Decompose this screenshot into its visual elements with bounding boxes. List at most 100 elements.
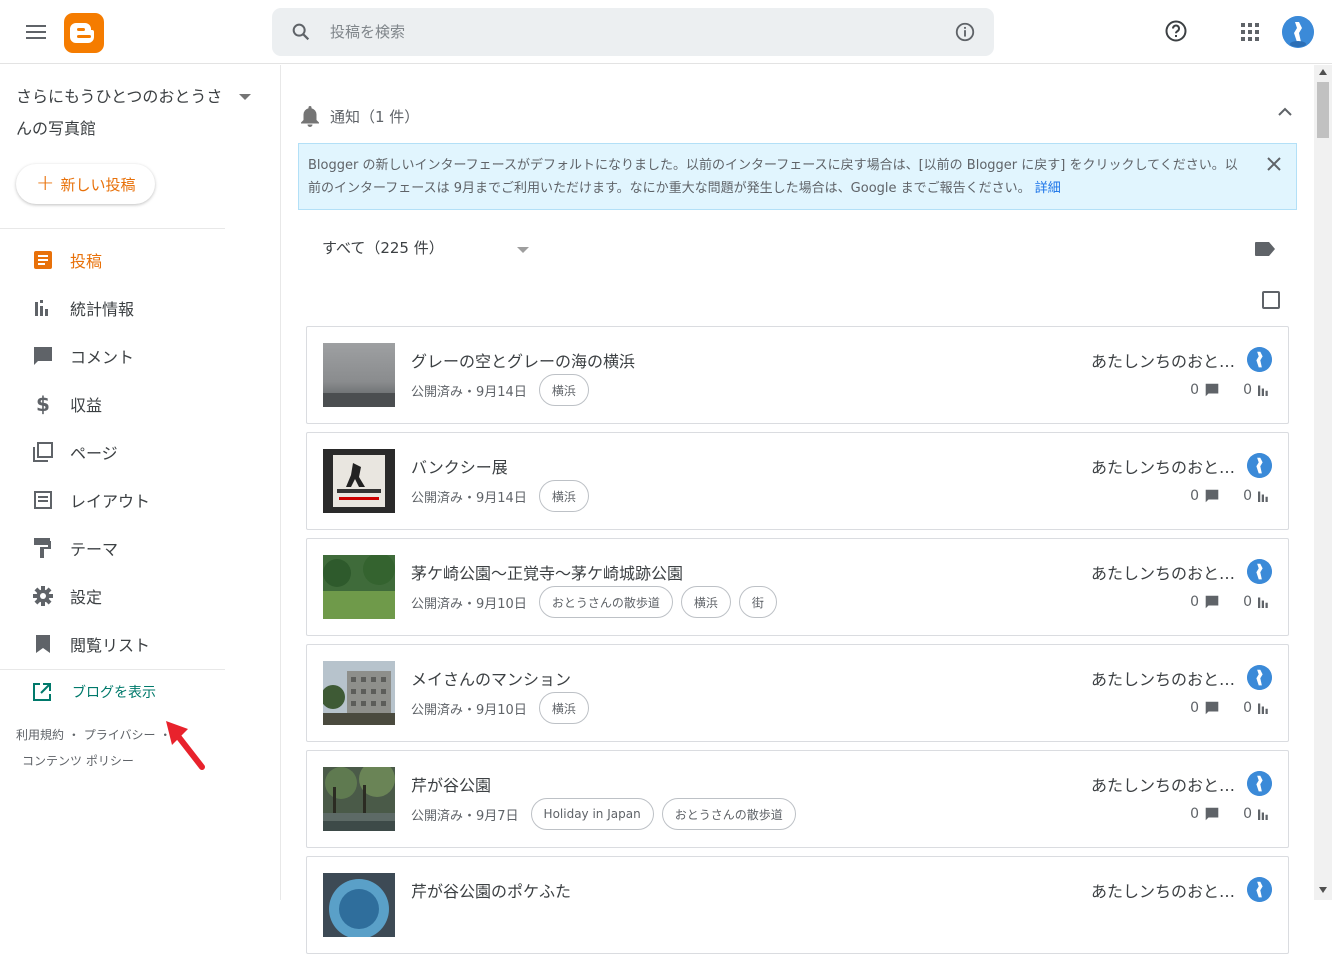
pages-icon — [32, 441, 54, 463]
view-count: 0 — [1243, 700, 1252, 716]
theme-icon — [32, 537, 54, 559]
view-count: 0 — [1243, 594, 1252, 610]
view-blog-link[interactable]: ブログを表示 — [32, 682, 156, 702]
post-row[interactable]: グレーの空とグレーの海の横浜 公開済み・9月14日 横浜 あたしンちのおとうさん… — [306, 326, 1289, 424]
post-thumbnail — [323, 661, 395, 725]
post-stats: 0 0 — [1190, 806, 1270, 822]
filter-label: すべて（225 件） — [322, 239, 444, 257]
comment-icon — [32, 345, 54, 367]
tag-chip[interactable]: 横浜 — [538, 374, 589, 406]
tag-chip[interactable]: おとうさんの散歩道 — [661, 798, 796, 830]
sidebar-item-posts[interactable]: 投稿 — [0, 236, 281, 284]
tag-chip[interactable]: 横浜 — [680, 586, 731, 618]
privacy-link[interactable]: プライバシー — [84, 728, 156, 742]
notifications-header[interactable]: 通知（1 件） — [300, 105, 419, 127]
close-icon[interactable] — [1266, 156, 1282, 172]
post-author: あたしンちのおとうさん — [1091, 882, 1236, 901]
post-title[interactable]: 芹が谷公園のポケふた — [411, 878, 571, 902]
post-title[interactable]: 芹が谷公園 — [411, 772, 491, 796]
search-icon[interactable] — [290, 21, 312, 43]
search-box[interactable]: 投稿を検索 — [272, 8, 994, 56]
post-title[interactable]: メイさんのマンション — [411, 666, 571, 690]
label-icon[interactable] — [1254, 241, 1276, 257]
terms-link[interactable]: 利用規約 — [16, 728, 64, 742]
tag-chip[interactable]: 街 — [738, 586, 777, 618]
layout-icon — [32, 489, 54, 511]
comment-icon — [1205, 701, 1219, 715]
sidebar-item-reading-list[interactable]: 閲覧リスト — [0, 620, 281, 668]
sidebar-item-label: ページ — [70, 444, 118, 463]
gear-icon — [32, 585, 54, 607]
comment-icon — [1205, 595, 1219, 609]
sidebar-item-earnings[interactable]: $ 収益 — [0, 380, 281, 428]
post-title[interactable]: バンクシー展 — [411, 454, 508, 478]
chevron-down-icon[interactable] — [516, 246, 530, 254]
stats-icon — [1258, 808, 1270, 820]
sidebar-item-stats[interactable]: 統計情報 — [0, 284, 281, 332]
blog-title-selector[interactable]: さらにもうひとつのおとうさんの写真館 — [16, 81, 231, 145]
post-row[interactable]: 茅ケ崎公園～正覚寺～茅ケ崎城跡公園 公開済み・9月10日 おとうさんの散歩道 横… — [306, 538, 1289, 636]
view-blog-label: ブログを表示 — [72, 685, 156, 701]
hamburger-menu-icon[interactable] — [20, 16, 52, 48]
post-meta: 公開済み・9月14日 横浜 — [411, 480, 589, 512]
post-status-date: 公開済み・9月10日 — [411, 596, 527, 612]
tag-chip[interactable]: 横浜 — [538, 480, 589, 512]
sidebar-item-comments[interactable]: コメント — [0, 332, 281, 380]
post-title[interactable]: 茅ケ崎公園～正覚寺～茅ケ崎城跡公園 — [411, 560, 683, 584]
post-author: あたしンちのおとうさん — [1091, 458, 1236, 477]
help-icon[interactable] — [1164, 19, 1188, 43]
post-list: グレーの空とグレーの海の横浜 公開済み・9月14日 横浜 あたしンちのおとうさん… — [306, 326, 1289, 962]
sidebar-item-label: レイアウト — [70, 492, 151, 511]
comment-count: 0 — [1190, 382, 1200, 398]
post-row[interactable]: バンクシー展 公開済み・9月14日 横浜 あたしンちのおとうさん 0 0 — [306, 432, 1289, 530]
scroll-down-arrow-icon[interactable] — [1319, 887, 1327, 893]
content-policy-link[interactable]: コンテンツ ポリシー — [22, 754, 134, 768]
post-filter-dropdown[interactable]: すべて（225 件） — [322, 237, 444, 258]
sidebar-item-pages[interactable]: ページ — [0, 428, 281, 476]
post-stats: 0 0 — [1190, 382, 1270, 398]
footer-links: 利用規約 ・ プライバシー ・ コンテンツ ポリシー — [16, 722, 171, 774]
scrollbar[interactable] — [1314, 65, 1332, 900]
post-status-date: 公開済み・9月14日 — [411, 384, 527, 400]
post-thumbnail — [323, 767, 395, 831]
view-count: 0 — [1243, 488, 1252, 504]
tag-chip[interactable]: Holiday in Japan — [530, 798, 654, 830]
main-content: 通知（1 件） Blogger の新しいインターフェースがデフォルトになりました… — [282, 65, 1314, 954]
sidebar-item-theme[interactable]: テーマ — [0, 524, 281, 572]
new-post-button[interactable]: + 新しい投稿 — [16, 164, 155, 204]
info-icon[interactable] — [954, 21, 976, 43]
stats-icon — [32, 297, 54, 319]
scrollbar-thumb[interactable] — [1317, 82, 1329, 138]
notifications-title: 通知（1 件） — [330, 107, 420, 126]
author-avatar — [1247, 347, 1272, 372]
search-input[interactable]: 投稿を検索 — [330, 21, 405, 42]
notification-banner: Blogger の新しいインターフェースがデフォルトになりました。以前のインター… — [298, 143, 1297, 210]
blogger-logo[interactable] — [64, 13, 104, 53]
sidebar-item-settings[interactable]: 設定 — [0, 572, 281, 620]
sidebar-item-label: 投稿 — [70, 252, 103, 271]
post-title[interactable]: グレーの空とグレーの海の横浜 — [411, 348, 635, 372]
author-avatar — [1247, 771, 1272, 796]
post-row[interactable]: 芹が谷公園のポケふた あたしンちのおとうさん — [306, 856, 1289, 954]
sidebar-item-layout[interactable]: レイアウト — [0, 476, 281, 524]
posts-icon — [32, 249, 54, 271]
scroll-up-arrow-icon[interactable] — [1319, 69, 1327, 75]
tag-chip[interactable]: おとうさんの散歩道 — [538, 586, 673, 618]
comment-icon — [1205, 807, 1219, 821]
apps-grid-icon[interactable] — [1240, 22, 1260, 42]
post-row[interactable]: メイさんのマンション 公開済み・9月10日 横浜 あたしンちのおとうさん 0 0 — [306, 644, 1289, 742]
chevron-up-icon[interactable] — [1278, 107, 1292, 116]
post-row[interactable]: 芹が谷公園 公開済み・9月7日 Holiday in Japan おとうさんの散… — [306, 750, 1289, 848]
post-status-date: 公開済み・9月10日 — [411, 702, 527, 718]
select-all-checkbox[interactable] — [1262, 291, 1280, 309]
notification-message: Blogger の新しいインターフェースがデフォルトになりました。以前のインター… — [308, 158, 1238, 196]
post-meta: 公開済み・9月7日 Holiday in Japan おとうさんの散歩道 — [411, 798, 796, 830]
author-avatar — [1247, 453, 1272, 478]
details-link[interactable]: 詳細 — [1035, 181, 1061, 196]
post-thumbnail — [323, 873, 395, 937]
tag-chip[interactable]: 横浜 — [538, 692, 589, 724]
stats-icon — [1258, 384, 1270, 396]
divider — [0, 228, 225, 229]
chevron-down-icon[interactable] — [238, 93, 252, 101]
account-avatar[interactable] — [1282, 16, 1314, 48]
